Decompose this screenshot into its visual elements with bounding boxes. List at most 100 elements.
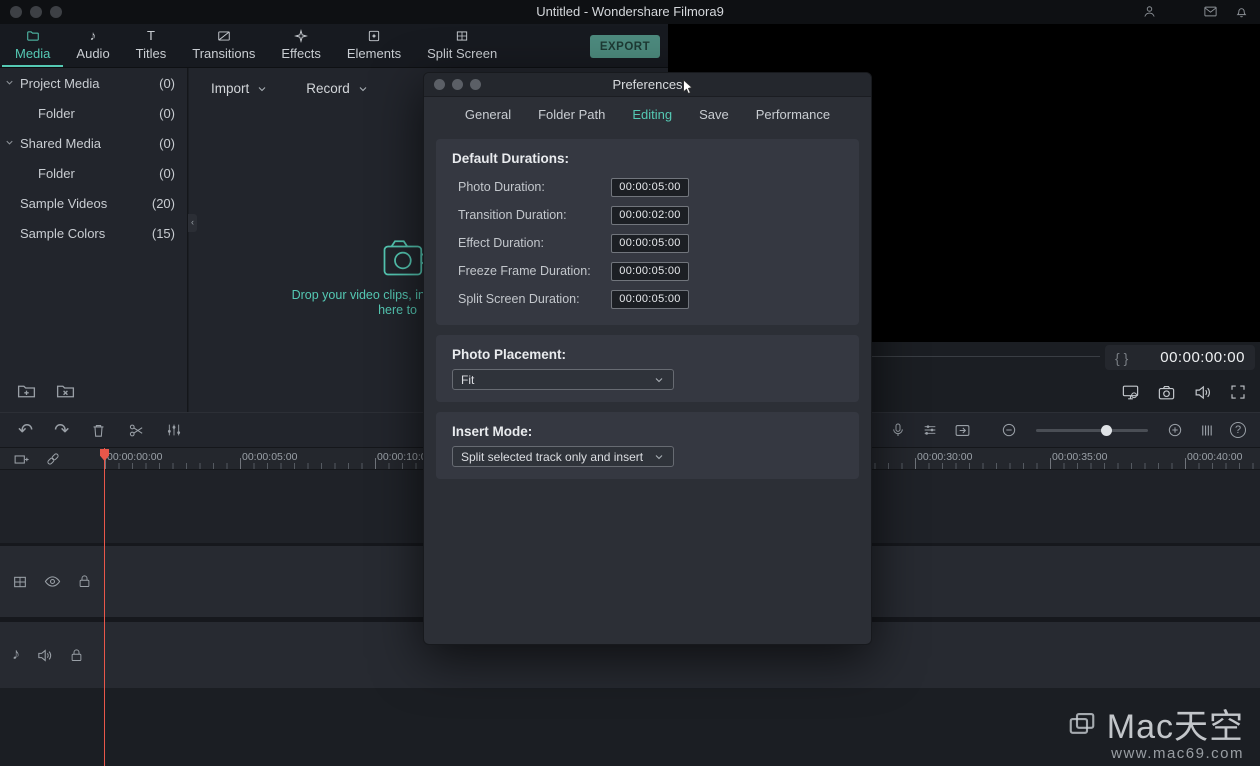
import-dropdown[interactable]: Import [211, 81, 268, 96]
lock-icon[interactable] [69, 648, 84, 663]
render-preview-icon[interactable] [954, 422, 971, 439]
tab-label: Split Screen [427, 46, 497, 61]
undo-icon[interactable]: ↶ [18, 421, 33, 439]
site-watermark: Mac天空 www.mac69.com [1067, 699, 1244, 762]
tab-label: Effects [281, 46, 321, 61]
prefs-tab-general[interactable]: General [465, 107, 511, 122]
audio-mixer-icon[interactable] [922, 422, 938, 438]
music-note-icon[interactable]: ♪ [12, 646, 20, 664]
sidebar-item-project-media[interactable]: Project Media (0) [0, 68, 187, 98]
tab-label: Titles [136, 46, 167, 61]
drop-hint-line2: here to [229, 303, 425, 318]
advanced-tools-icon[interactable] [166, 422, 182, 438]
voiceover-mic-icon[interactable] [890, 422, 906, 438]
mute-speaker-icon[interactable] [36, 647, 53, 664]
snapshot-camera-icon[interactable] [1157, 383, 1176, 402]
zoom-in-icon[interactable] [1167, 422, 1183, 438]
link-icon[interactable] [45, 451, 61, 467]
tab-label: Transitions [192, 46, 255, 61]
tab-split-screen[interactable]: Split Screen [414, 24, 510, 67]
prefs-tab-editing[interactable]: Editing [632, 107, 672, 122]
export-button[interactable]: EXPORT [590, 35, 660, 58]
chevron-down-icon[interactable] [4, 77, 15, 88]
photo-duration-field[interactable] [611, 178, 689, 197]
preferences-dialog: Preferences General Folder Path Editing … [423, 72, 872, 645]
mouse-cursor [682, 79, 695, 96]
dialog-title: Preferences [424, 73, 871, 97]
fullscreen-icon[interactable] [1229, 383, 1247, 401]
mark-in-out-icon[interactable]: { } [1115, 350, 1128, 366]
titles-icon: T [147, 29, 155, 43]
item-count: (20) [152, 196, 187, 211]
tab-media[interactable]: Media [2, 24, 63, 67]
item-count: (15) [152, 226, 187, 241]
effect-duration-field[interactable] [611, 234, 689, 253]
tab-audio[interactable]: ♪ Audio [63, 24, 122, 67]
storyboard-grid-icon[interactable] [12, 574, 28, 590]
sidebar-item-label: Sample Videos [20, 196, 107, 211]
split-scissors-icon[interactable] [128, 422, 145, 439]
duration-row-effect: Effect Duration: [452, 229, 843, 257]
new-folder-icon[interactable] [16, 381, 37, 402]
split-screen-icon [455, 29, 469, 43]
sidebar-item-folder-2[interactable]: Folder (0) [0, 158, 187, 188]
item-count: (0) [159, 106, 187, 121]
lock-icon[interactable] [77, 574, 92, 589]
transition-duration-field[interactable] [611, 206, 689, 225]
sidebar-item-label: Folder [38, 106, 75, 121]
eye-visibility-icon[interactable] [44, 573, 61, 590]
help-icon[interactable]: ? [1230, 422, 1246, 438]
insert-mode-select[interactable]: Split selected track only and insert [452, 446, 674, 467]
redo-icon[interactable]: ↷ [54, 421, 69, 439]
mail-icon[interactable] [1203, 4, 1218, 19]
prefs-tab-save[interactable]: Save [699, 107, 729, 122]
field-label: Effect Duration: [458, 236, 544, 250]
elements-icon [367, 29, 381, 43]
sidebar-item-shared-media[interactable]: Shared Media (0) [0, 128, 187, 158]
photo-placement-section: Photo Placement: Fit [436, 335, 859, 402]
sidebar-item-label: Folder [38, 166, 75, 181]
prefs-tab-performance[interactable]: Performance [756, 107, 830, 122]
prefs-tab-folder-path[interactable]: Folder Path [538, 107, 605, 122]
track-height-icon[interactable] [1199, 423, 1214, 438]
duration-row-photo: Photo Duration: [452, 173, 843, 201]
duration-row-freeze-frame: Freeze Frame Duration: [452, 257, 843, 285]
photo-placement-select[interactable]: Fit [452, 369, 674, 390]
freeze-frame-duration-field[interactable] [611, 262, 689, 281]
zoom-out-icon[interactable] [1001, 422, 1017, 438]
delete-icon[interactable] [90, 422, 107, 439]
delete-folder-icon[interactable] [55, 381, 76, 402]
split-screen-duration-field[interactable] [611, 290, 689, 309]
record-dropdown[interactable]: Record [306, 81, 369, 96]
manage-tracks-icon[interactable] [13, 451, 30, 468]
tab-titles[interactable]: T Titles [123, 24, 180, 67]
duration-row-split-screen: Split Screen Duration: [452, 285, 843, 313]
watermark-windows-icon [1067, 709, 1097, 739]
speaker-icon[interactable] [1193, 383, 1212, 402]
sidebar-item-label: Project Media [20, 76, 99, 91]
section-heading: Insert Mode: [452, 424, 843, 439]
sidebar-collapse-handle[interactable]: ‹ [188, 214, 197, 232]
tab-effects[interactable]: Effects [268, 24, 334, 67]
selected-value: Split selected track only and insert [461, 450, 643, 464]
field-label: Transition Duration: [458, 208, 567, 222]
sidebar-item-sample-colors[interactable]: Sample Colors (15) [0, 218, 187, 248]
timeline-zoom-slider[interactable] [1036, 429, 1148, 432]
tab-elements[interactable]: Elements [334, 24, 414, 67]
chevron-down-icon[interactable] [4, 137, 15, 148]
display-settings-icon[interactable] [1121, 383, 1140, 402]
playhead-line[interactable] [104, 448, 105, 766]
ruler-label: 00:00:35:00 [1052, 451, 1107, 463]
tab-transitions[interactable]: Transitions [179, 24, 268, 67]
insert-mode-section: Insert Mode: Split selected track only a… [436, 412, 859, 479]
media-folder-icon [26, 29, 40, 43]
bell-icon[interactable] [1234, 4, 1249, 19]
account-icon[interactable] [1142, 4, 1157, 19]
main-tab-bar: Media ♪ Audio T Titles Transitions Effec… [0, 24, 668, 68]
record-label: Record [306, 81, 350, 96]
sidebar-item-sample-videos[interactable]: Sample Videos (20) [0, 188, 187, 218]
drop-zone[interactable]: Drop your video clips, in here to [229, 288, 425, 318]
video-track-header [0, 546, 104, 617]
zoom-slider-handle[interactable] [1101, 425, 1112, 436]
sidebar-item-folder-1[interactable]: Folder (0) [0, 98, 187, 128]
